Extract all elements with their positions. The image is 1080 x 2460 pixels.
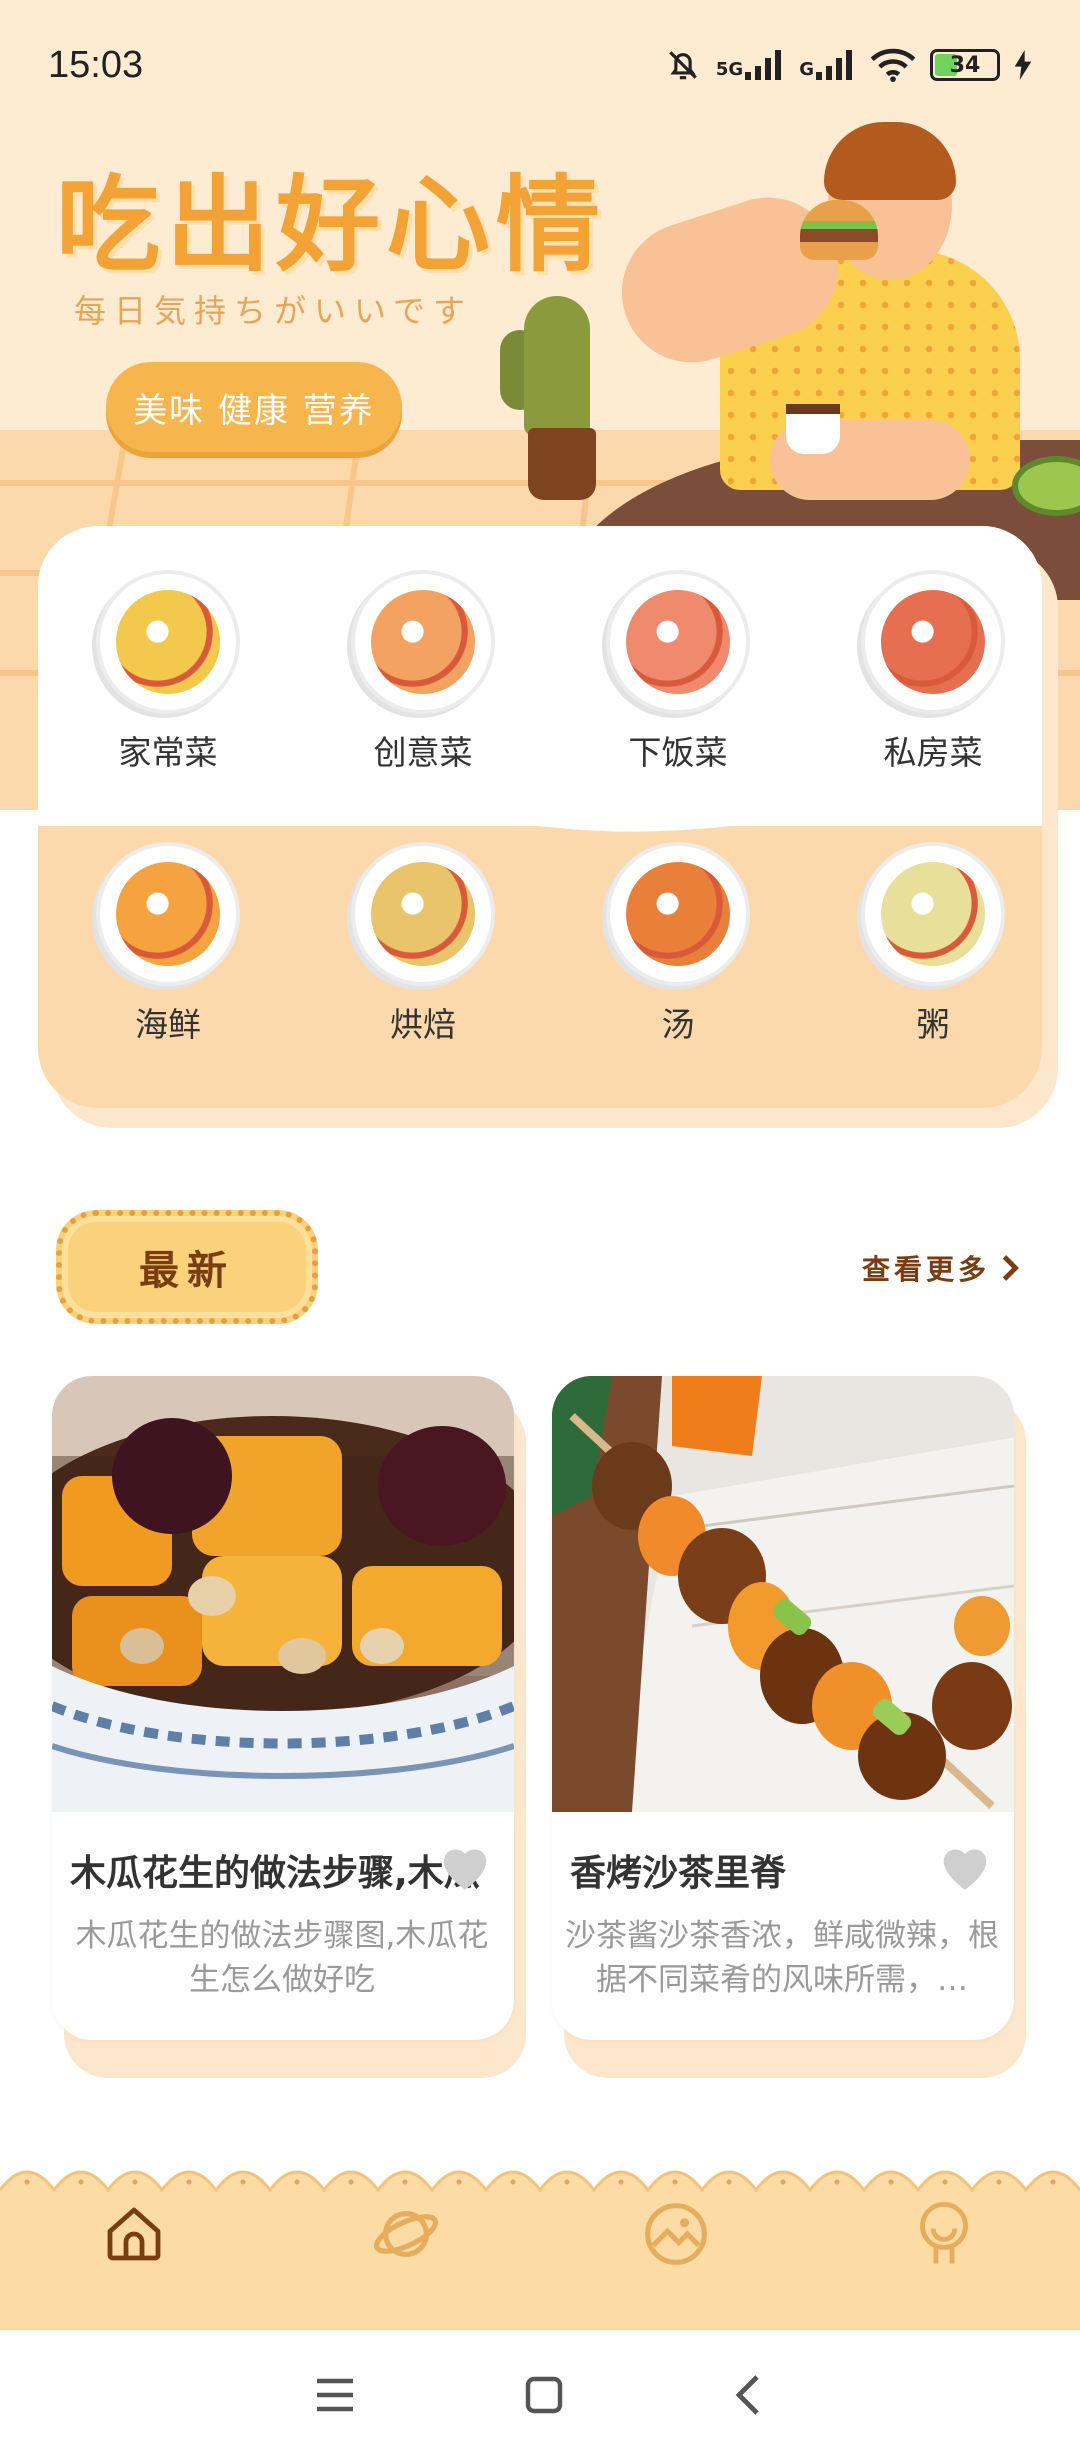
category-grid: 家常菜 创意菜 下饭菜 私房菜海鲜 烘焙 汤 粥 (38, 526, 1042, 1108)
category-label: 私房菜 (883, 733, 983, 772)
bottom-tab-bar (0, 2150, 1080, 2330)
signal-g-icon: G (799, 50, 856, 80)
category-label: 汤 (661, 1005, 695, 1044)
signal-5g-icon: 5G (716, 50, 785, 80)
recipe-image-papaya-peanut (52, 1376, 514, 1812)
coffee-cup-illustration (786, 404, 840, 454)
menu-icon[interactable] (313, 2375, 357, 2415)
crepe-plate-icon (351, 842, 495, 986)
category-item[interactable]: 家常菜 (68, 570, 268, 774)
category-item[interactable]: 粥 (833, 842, 1033, 1046)
salad-plate-icon (96, 570, 240, 714)
favorite-heart-icon[interactable] (936, 1840, 994, 1892)
battery-icon: 34 (930, 49, 1000, 81)
profile-icon (920, 2201, 968, 2264)
category-label: 创意菜 (373, 733, 473, 772)
avocado-plate-icon (351, 570, 495, 714)
home-icon (107, 2207, 161, 2261)
hero-tag-button[interactable]: 美味 健康 营养 (106, 362, 402, 452)
home-square-icon[interactable] (522, 2373, 566, 2417)
category-item[interactable]: 烘焙 (323, 842, 523, 1046)
recipe-card[interactable]: 香烤沙茶里脊 沙茶酱沙茶香浓，鲜咸微辣，根据不同菜肴的风味所需，… (552, 1376, 1014, 2040)
hero-title: 吃出好心情 (56, 164, 607, 286)
recipe-description: 沙茶酱沙茶香浓，鲜咸微辣，根据不同菜肴的风味所需，… (565, 1918, 999, 1998)
category-label: 粥 (916, 1005, 950, 1044)
status-time: 15:03 (48, 43, 144, 86)
salmon-plate-icon (606, 570, 750, 714)
wifi-icon (870, 48, 916, 82)
recipe-image-satay-skewer (552, 1376, 1014, 1812)
burger-illustration (800, 200, 878, 260)
recipe-title: 木瓜花生的做法步骤,木瓜 (70, 1853, 480, 1894)
recipe-title: 香烤沙茶里脊 (570, 1853, 787, 1894)
see-more-label: 查看更多 (861, 1253, 990, 1286)
back-icon[interactable] (731, 2373, 767, 2417)
category-label: 烘焙 (390, 1005, 456, 1044)
favorite-heart-icon[interactable] (436, 1840, 494, 1892)
category-item[interactable]: 私房菜 (833, 570, 1033, 774)
category-item[interactable]: 海鲜 (68, 842, 268, 1046)
porridge-bowl-icon (861, 842, 1005, 986)
picture-icon (645, 2203, 707, 2265)
category-item[interactable]: 创意菜 (323, 570, 523, 774)
soup-pot-icon (606, 842, 750, 986)
latest-badge: 最新 (56, 1210, 318, 1324)
category-label: 家常菜 (118, 733, 218, 772)
category-label: 海鲜 (135, 1005, 201, 1044)
charging-icon (1014, 50, 1032, 80)
recipe-description: 木瓜花生的做法步骤图,木瓜花生怎么做好吃 (75, 1918, 489, 1998)
tab-profile[interactable] (904, 2194, 984, 2274)
chevron-right-icon (1002, 1255, 1019, 1281)
category-item[interactable]: 下饭菜 (578, 570, 778, 774)
tab-gallery[interactable] (636, 2194, 716, 2274)
mute-bell-icon (669, 51, 697, 80)
planet-icon (373, 2210, 439, 2258)
seafood-plate-icon (96, 842, 240, 986)
category-card: 家常菜 创意菜 下饭菜 私房菜海鲜 烘焙 汤 粥 (38, 526, 1042, 1108)
tab-discover[interactable] (366, 2194, 446, 2274)
tab-home[interactable] (94, 2194, 174, 2274)
status-bar: 15:03 5G G 34 (0, 0, 1080, 130)
hero-subtitle: 每日気持ちがいいです (74, 292, 474, 330)
system-navigation-bar (0, 2330, 1080, 2460)
grilled-meat-plate-icon (861, 570, 1005, 714)
category-label: 下饭菜 (628, 733, 728, 772)
recipe-card[interactable]: 木瓜花生的做法步骤,木瓜 木瓜花生的做法步骤图,木瓜花生怎么做好吃 (52, 1376, 514, 2040)
see-more-link[interactable]: 查看更多 (862, 1248, 1020, 1288)
category-item[interactable]: 汤 (578, 842, 778, 1046)
